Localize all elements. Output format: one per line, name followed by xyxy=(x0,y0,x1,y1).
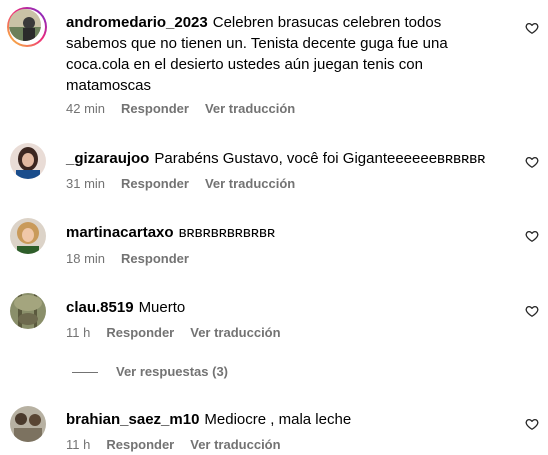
translate-button[interactable]: Ver traducción xyxy=(190,325,280,340)
username-link[interactable]: martinacartaxo xyxy=(66,224,174,241)
username-link[interactable]: clau.8519 xyxy=(66,299,134,316)
view-replies-button[interactable]: Ver respuestas (3) xyxy=(72,364,228,379)
comment-meta: 31 min Responder Ver traducción xyxy=(66,176,311,191)
comment-body: brahian_saez_m10 Mediocre , mala leche xyxy=(66,409,488,430)
replies-divider-line xyxy=(72,372,98,374)
translate-button[interactable]: Ver traducción xyxy=(190,437,280,452)
comment-text: ʙʀʙʀʙʀʙʀʙʀʙʀ xyxy=(178,224,276,241)
reply-button[interactable]: Responder xyxy=(106,325,174,340)
heart-outline-icon[interactable] xyxy=(525,155,539,169)
view-replies-label: Ver respuestas (3) xyxy=(116,364,229,379)
comment-meta: 11 h Responder Ver traducción xyxy=(66,325,297,340)
comment-text: Parabéns Gustavo, você foi Giganteeeeeeʙ… xyxy=(154,150,486,167)
comment-body: andromedario_2023 Celebren brasucas celeb… xyxy=(66,12,488,96)
heart-outline-icon[interactable] xyxy=(525,304,539,318)
avatar[interactable] xyxy=(10,293,46,329)
timestamp: 31 min xyxy=(66,176,106,191)
comment-body: _gizaraujoo Parabéns Gustavo, você foi Gi… xyxy=(66,148,488,169)
reply-button[interactable]: Responder xyxy=(106,437,174,452)
translate-button[interactable]: Ver traducción xyxy=(205,101,295,116)
username-link[interactable]: andromedario_2023 xyxy=(66,14,208,31)
comment-body: clau.8519 Muerto xyxy=(66,297,488,318)
comment-text: Mediocre , mala leche xyxy=(204,411,352,428)
heart-outline-icon[interactable] xyxy=(525,21,539,35)
username-link[interactable]: _gizaraujoo xyxy=(66,150,149,167)
comment-body: martinacartaxo ʙʀʙʀʙʀʙʀʙʀʙʀ xyxy=(66,222,488,243)
comment-meta: 42 min Responder Ver traducción xyxy=(66,101,311,116)
heart-outline-icon[interactable] xyxy=(525,229,539,243)
timestamp: 11 h xyxy=(66,325,91,340)
avatar[interactable] xyxy=(10,143,46,179)
translate-button[interactable]: Ver traducción xyxy=(205,176,295,191)
reply-button[interactable]: Responder xyxy=(121,101,189,116)
comment-meta: 11 h Responder Ver traducción xyxy=(66,437,297,452)
heart-outline-icon[interactable] xyxy=(525,417,539,431)
comment-meta: 18 min Responder xyxy=(66,251,205,266)
avatar[interactable] xyxy=(10,218,46,254)
timestamp: 18 min xyxy=(66,251,106,266)
avatar[interactable] xyxy=(7,7,47,47)
reply-button[interactable]: Responder xyxy=(121,251,189,266)
username-link[interactable]: brahian_saez_m10 xyxy=(66,411,199,428)
comment-text: Muerto xyxy=(138,299,186,316)
avatar[interactable] xyxy=(10,406,46,442)
timestamp: 11 h xyxy=(66,437,91,452)
reply-button[interactable]: Responder xyxy=(121,176,189,191)
timestamp: 42 min xyxy=(66,101,106,116)
